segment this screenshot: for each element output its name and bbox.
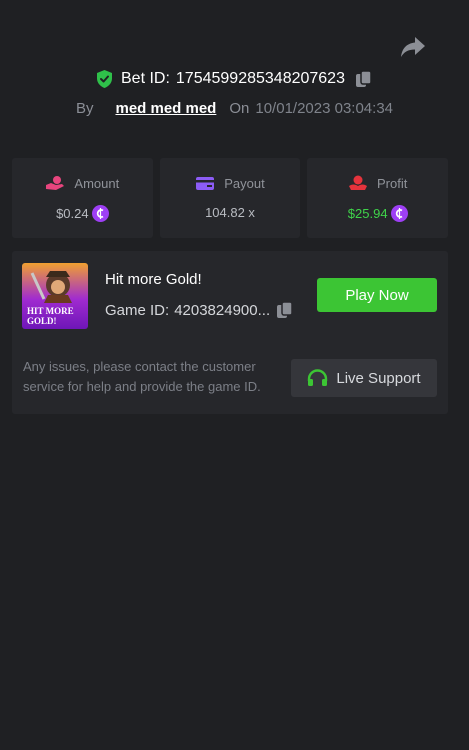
stat-payout: Payout 104.82 x <box>159 158 301 238</box>
game-id-label: Game ID: <box>105 301 170 319</box>
game-card: HIT MORE GOLD! Hit more Gold! Game ID: 4… <box>12 251 448 414</box>
play-now-button[interactable]: Play Now <box>317 278 437 312</box>
card-icon <box>195 175 215 191</box>
stat-profit: Profit $25.94 <box>307 158 449 238</box>
payout-label: Payout <box>224 175 265 191</box>
support-message: Any issues, please contact the customer … <box>23 359 261 394</box>
game-title: Hit more Gold! <box>105 271 202 288</box>
game-thumbnail[interactable]: HIT MORE GOLD! <box>22 263 88 329</box>
headset-icon <box>307 368 328 388</box>
copy-icon[interactable] <box>276 301 294 319</box>
stat-amount: Amount $0.24 <box>12 158 153 238</box>
bet-id-label: Bet ID: <box>121 70 170 87</box>
amount-label: Amount <box>74 175 120 191</box>
coin-hand-icon <box>45 175 65 191</box>
live-support-label: Live Support <box>336 369 421 387</box>
by-label: By <box>75 99 94 117</box>
bet-author-row: By med med med On 10/01/2023 03:04:34 <box>0 97 469 119</box>
thumb-title-line2: GOLD! <box>27 316 57 326</box>
on-label: On <box>229 99 250 117</box>
thumb-title-line1: HIT MORE <box>27 306 74 316</box>
username-link[interactable]: med med med <box>115 100 216 117</box>
bet-id-value: 1754599285348207623 <box>175 70 345 87</box>
copy-icon[interactable] <box>355 70 373 88</box>
game-id-row: Game ID: 4203824900... <box>105 299 294 321</box>
currency-coin-icon <box>91 205 109 222</box>
amount-value: $0.24 <box>56 206 89 221</box>
bet-stats: Amount $0.24 Payout 104.82 x Profit $25.… <box>12 158 449 238</box>
currency-coin-icon <box>390 205 408 222</box>
bet-datetime: 10/01/2023 03:04:34 <box>255 99 394 117</box>
profit-label: Profit <box>377 175 408 191</box>
shield-check-icon <box>96 70 113 88</box>
share-arrow-icon <box>400 36 426 58</box>
profit-value: $25.94 <box>347 206 388 221</box>
payout-value: 104.82 x <box>205 205 255 220</box>
live-support-button[interactable]: Live Support <box>291 359 437 397</box>
profit-hand-icon <box>348 175 368 191</box>
bet-id-row: Bet ID: 1754599285348207623 <box>0 68 469 90</box>
share-button[interactable] <box>400 36 426 58</box>
game-id-value: 4203824900... <box>174 301 271 319</box>
